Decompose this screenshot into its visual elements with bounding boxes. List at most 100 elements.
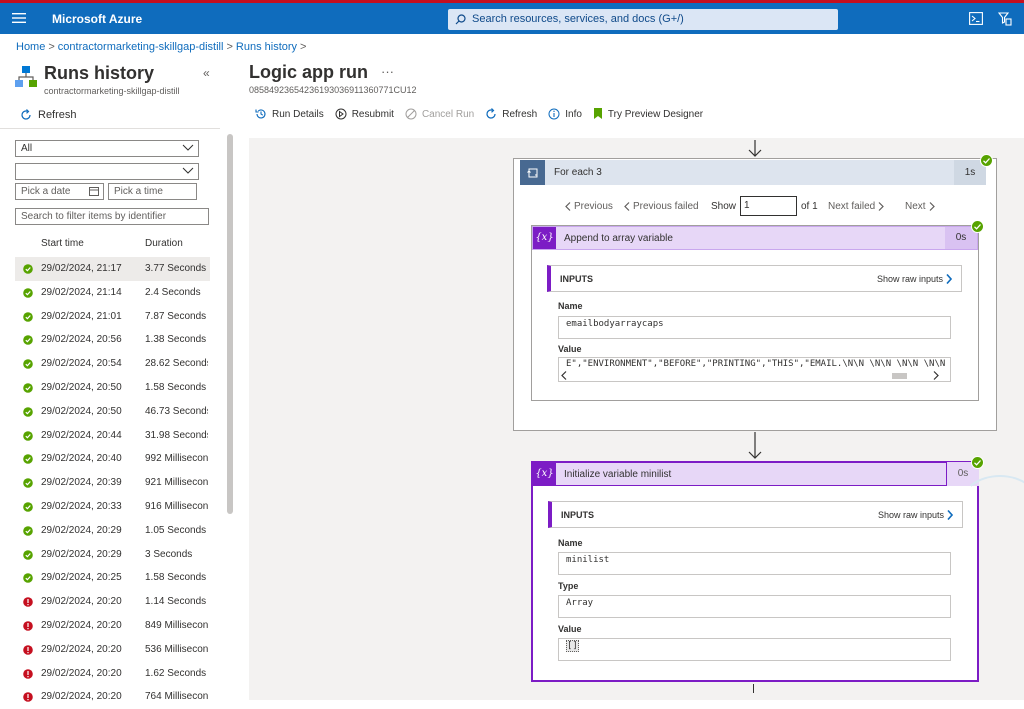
run-start-time: 29/02/2024, 20:25 (41, 572, 122, 584)
cancel-run-button[interactable]: Cancel Run (405, 108, 474, 120)
horizontal-scrollbar[interactable] (559, 371, 950, 381)
directory-filter-icon[interactable] (998, 12, 1012, 26)
run-details-label: Run Details (272, 108, 324, 120)
success-status-icon (23, 478, 33, 488)
table-row[interactable]: 29/02/2024, 20:40 992 Milliseconds (15, 447, 210, 471)
try-preview-designer-label: Try Preview Designer (607, 108, 704, 120)
previous-failed-label: Previous failed (633, 201, 699, 212)
table-row[interactable]: 29/02/2024, 20:29 3 Seconds (15, 543, 210, 567)
chevron-down-icon (182, 167, 194, 175)
value-text: [] (566, 640, 579, 652)
success-status-icon (23, 525, 33, 536)
table-row[interactable]: 29/02/2024, 20:33 916 Milliseconds (15, 495, 210, 519)
info-label: Info (565, 108, 582, 120)
append-action-header[interactable]: {x} Append to array variable 0s (532, 226, 978, 250)
column-start-time[interactable]: Start time (41, 238, 84, 249)
table-row[interactable]: 29/02/2024, 20:20 849 Milliseconds (15, 614, 210, 638)
foreach-title: For each 3 (554, 167, 602, 178)
table-row[interactable]: 29/02/2024, 20:20 764 Milliseconds (15, 685, 210, 709)
run-duration: 3.77 Seconds (145, 263, 207, 274)
resubmit-label: Resubmit (351, 108, 394, 120)
logic-app-icon (14, 65, 38, 89)
show-raw-inputs-link[interactable]: Show raw inputs (877, 274, 943, 284)
secondary-filter-select[interactable] (15, 163, 199, 180)
table-row[interactable]: 29/02/2024, 20:20 536 Milliseconds (15, 638, 210, 662)
refresh-label: Refresh (38, 109, 77, 121)
breadcrumb-logic-app[interactable]: contractormarketing-skillgap-distill (58, 41, 224, 53)
table-row[interactable]: 29/02/2024, 20:25 1.58 Seconds (15, 566, 210, 590)
chevron-right-icon[interactable] (946, 274, 952, 284)
variable-icon: {x} (533, 227, 556, 249)
run-details-button[interactable]: Run Details (255, 108, 324, 120)
table-row[interactable]: 29/02/2024, 20:50 46.73 Seconds (15, 400, 210, 424)
date-picker[interactable]: Pick a date (15, 183, 104, 200)
previous-failed-button[interactable]: Previous failed (624, 201, 699, 212)
table-row[interactable]: 29/02/2024, 21:17 3.77 Seconds (15, 257, 210, 281)
connector-arrow-icon (747, 432, 763, 460)
success-status-icon (23, 549, 33, 560)
status-filter-value: All (21, 143, 33, 154)
inputs-label: INPUTS (561, 510, 595, 520)
scroll-thumb[interactable] (892, 373, 907, 379)
scroll-right-icon[interactable] (933, 371, 939, 380)
previous-button[interactable]: Previous (565, 201, 613, 212)
table-row[interactable]: 29/02/2024, 20:20 1.14 Seconds (15, 590, 210, 614)
failed-status-icon (23, 644, 33, 655)
iteration-number-input[interactable]: 1 (740, 196, 797, 216)
run-duration: 3 Seconds (145, 548, 193, 560)
calendar-icon (89, 187, 99, 196)
identifier-search-input[interactable]: Search to filter items by identifier (15, 208, 209, 225)
cancel-icon (405, 108, 417, 120)
connector-line (753, 684, 754, 693)
run-duration: 992 Milliseconds (145, 453, 208, 465)
chevron-right-icon[interactable] (947, 510, 953, 520)
cloud-shell-icon[interactable] (969, 12, 983, 25)
table-row[interactable]: 29/02/2024, 21:14 2.4 Seconds (15, 281, 210, 305)
column-duration[interactable]: Duration (145, 238, 183, 249)
success-status-icon (23, 383, 33, 393)
runs-table-body: 29/02/2024, 21:17 3.77 Seconds 29/02/2024,… (15, 257, 210, 709)
run-duration: 46.73 Seconds (145, 405, 208, 417)
success-status-icon (23, 454, 33, 465)
more-options-icon[interactable]: ··· (381, 64, 394, 79)
next-button[interactable]: Next (905, 201, 935, 212)
refresh-button[interactable]: Refresh (20, 109, 77, 121)
run-duration: 1.05 Seconds (145, 524, 207, 536)
show-raw-inputs-link[interactable]: Show raw inputs (878, 510, 944, 520)
inputs-label: INPUTS (560, 274, 594, 284)
panel-scrollbar[interactable] (227, 134, 233, 514)
foreach-header[interactable]: For each 3 1s (520, 160, 986, 185)
cancel-run-label: Cancel Run (421, 108, 475, 120)
run-start-time: 29/02/2024, 20:29 (41, 548, 122, 560)
table-row[interactable]: 29/02/2024, 20:44 31.98 Seconds (15, 424, 210, 448)
global-search-input[interactable]: Search resources, services, and docs (G+… (448, 9, 838, 30)
chevron-down-icon (182, 144, 194, 152)
table-row[interactable]: 29/02/2024, 20:54 28.62 Seconds (15, 352, 210, 376)
breadcrumb-runs-history[interactable]: Runs history (236, 41, 297, 53)
table-row[interactable]: 29/02/2024, 20:20 1.62 Seconds (15, 662, 210, 686)
try-preview-designer-button[interactable]: Try Preview Designer (593, 108, 703, 120)
time-picker[interactable]: Pick a time (108, 183, 197, 200)
refresh-run-button[interactable]: Refresh (485, 108, 537, 120)
table-row[interactable]: 29/02/2024, 20:29 1.05 Seconds (15, 519, 210, 543)
resubmit-button[interactable]: Resubmit (335, 108, 394, 120)
success-status-icon (23, 502, 33, 512)
info-button[interactable]: Info (548, 108, 582, 120)
panel-subtitle: contractormarketing-skillgap-distill (44, 86, 180, 96)
hamburger-menu-icon[interactable] (12, 12, 26, 24)
next-failed-button[interactable]: Next failed (828, 201, 885, 212)
init-action-header[interactable]: {x} Initialize variable minilist (532, 462, 947, 486)
table-row[interactable]: 29/02/2024, 20:39 921 Milliseconds (15, 471, 210, 495)
refresh-icon (485, 108, 497, 120)
scroll-left-icon[interactable] (561, 371, 567, 380)
table-row[interactable]: 29/02/2024, 20:56 1.38 Seconds (15, 328, 210, 352)
run-identifier: 08584923654236193036911360771CU12 (249, 85, 417, 95)
table-row[interactable]: 29/02/2024, 21:01 7.87 Seconds (15, 305, 210, 329)
failed-status-icon (23, 621, 33, 631)
brand-name[interactable]: Microsoft Azure (52, 12, 142, 26)
collapse-panel-icon[interactable]: « (203, 66, 210, 80)
table-row[interactable]: 29/02/2024, 20:50 1.58 Seconds (15, 376, 210, 400)
status-filter-select[interactable]: All (15, 140, 199, 157)
run-start-time: 29/02/2024, 20:20 (41, 619, 122, 631)
breadcrumb-home[interactable]: Home (16, 41, 45, 53)
